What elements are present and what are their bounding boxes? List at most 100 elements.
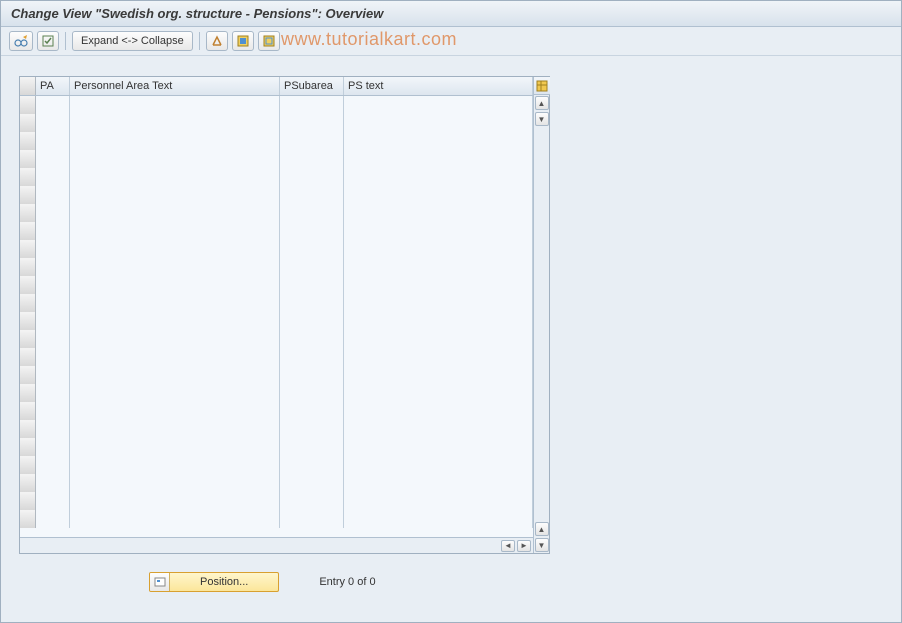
cell-pa-text[interactable] bbox=[70, 474, 280, 492]
cell-pa-text[interactable] bbox=[70, 438, 280, 456]
cell-pa[interactable] bbox=[36, 474, 70, 492]
row-selector[interactable] bbox=[20, 366, 36, 384]
select-all-button[interactable] bbox=[232, 31, 254, 51]
table-row[interactable] bbox=[20, 384, 533, 402]
cell-pa[interactable] bbox=[36, 222, 70, 240]
cell-pa-text[interactable] bbox=[70, 222, 280, 240]
cell-psubarea[interactable] bbox=[280, 150, 344, 168]
table-row[interactable] bbox=[20, 474, 533, 492]
cell-ps-text[interactable] bbox=[344, 420, 533, 438]
cell-pa-text[interactable] bbox=[70, 366, 280, 384]
cell-pa-text[interactable] bbox=[70, 384, 280, 402]
scroll-left-button[interactable]: ◄ bbox=[501, 540, 515, 552]
cell-pa[interactable] bbox=[36, 150, 70, 168]
cell-psubarea[interactable] bbox=[280, 114, 344, 132]
cell-psubarea[interactable] bbox=[280, 312, 344, 330]
row-selector[interactable] bbox=[20, 330, 36, 348]
cell-pa-text[interactable] bbox=[70, 204, 280, 222]
row-selector[interactable] bbox=[20, 474, 36, 492]
column-header-psubarea[interactable]: PSubarea bbox=[280, 77, 344, 95]
cell-pa[interactable] bbox=[36, 276, 70, 294]
cell-pa[interactable] bbox=[36, 492, 70, 510]
table-row[interactable] bbox=[20, 330, 533, 348]
cell-ps-text[interactable] bbox=[344, 510, 533, 528]
row-selector[interactable] bbox=[20, 258, 36, 276]
cell-pa-text[interactable] bbox=[70, 258, 280, 276]
table-row[interactable] bbox=[20, 114, 533, 132]
cell-ps-text[interactable] bbox=[344, 294, 533, 312]
cell-pa[interactable] bbox=[36, 348, 70, 366]
column-header-pa-text[interactable]: Personnel Area Text bbox=[70, 77, 280, 95]
table-row[interactable] bbox=[20, 420, 533, 438]
scroll-down-end-button[interactable]: ▼ bbox=[535, 538, 549, 552]
cell-pa[interactable] bbox=[36, 168, 70, 186]
row-selector[interactable] bbox=[20, 312, 36, 330]
cell-pa[interactable] bbox=[36, 384, 70, 402]
cell-pa-text[interactable] bbox=[70, 276, 280, 294]
cell-ps-text[interactable] bbox=[344, 348, 533, 366]
table-settings-button[interactable] bbox=[534, 77, 550, 95]
column-header-pa[interactable]: PA bbox=[36, 77, 70, 95]
cell-pa-text[interactable] bbox=[70, 456, 280, 474]
cell-ps-text[interactable] bbox=[344, 474, 533, 492]
row-selector[interactable] bbox=[20, 384, 36, 402]
row-selector[interactable] bbox=[20, 402, 36, 420]
cell-ps-text[interactable] bbox=[344, 222, 533, 240]
table-row[interactable] bbox=[20, 258, 533, 276]
row-selector-header[interactable] bbox=[20, 77, 36, 95]
cell-psubarea[interactable] bbox=[280, 330, 344, 348]
row-selector[interactable] bbox=[20, 510, 36, 528]
cell-psubarea[interactable] bbox=[280, 258, 344, 276]
cell-pa-text[interactable] bbox=[70, 96, 280, 114]
table-row[interactable] bbox=[20, 402, 533, 420]
cell-pa-text[interactable] bbox=[70, 348, 280, 366]
cell-pa-text[interactable] bbox=[70, 240, 280, 258]
cell-psubarea[interactable] bbox=[280, 276, 344, 294]
cell-psubarea[interactable] bbox=[280, 384, 344, 402]
table-row[interactable] bbox=[20, 456, 533, 474]
table-row[interactable] bbox=[20, 438, 533, 456]
cell-ps-text[interactable] bbox=[344, 402, 533, 420]
table-row[interactable] bbox=[20, 276, 533, 294]
cell-ps-text[interactable] bbox=[344, 438, 533, 456]
cell-pa[interactable] bbox=[36, 114, 70, 132]
column-header-ps-text[interactable]: PS text bbox=[344, 77, 533, 95]
cell-pa[interactable] bbox=[36, 330, 70, 348]
row-selector[interactable] bbox=[20, 348, 36, 366]
cell-pa-text[interactable] bbox=[70, 312, 280, 330]
row-selector[interactable] bbox=[20, 150, 36, 168]
cell-ps-text[interactable] bbox=[344, 204, 533, 222]
table-row[interactable] bbox=[20, 186, 533, 204]
table-row[interactable] bbox=[20, 150, 533, 168]
cell-psubarea[interactable] bbox=[280, 456, 344, 474]
cell-pa-text[interactable] bbox=[70, 492, 280, 510]
cell-psubarea[interactable] bbox=[280, 168, 344, 186]
cell-psubarea[interactable] bbox=[280, 420, 344, 438]
cell-ps-text[interactable] bbox=[344, 150, 533, 168]
expand-collapse-button[interactable]: Expand <-> Collapse bbox=[72, 31, 193, 51]
cell-pa-text[interactable] bbox=[70, 294, 280, 312]
table-row[interactable] bbox=[20, 510, 533, 528]
cell-pa[interactable] bbox=[36, 510, 70, 528]
table-row[interactable] bbox=[20, 168, 533, 186]
cell-psubarea[interactable] bbox=[280, 366, 344, 384]
row-selector[interactable] bbox=[20, 294, 36, 312]
scroll-down-button[interactable]: ▼ bbox=[535, 112, 549, 126]
table-row[interactable] bbox=[20, 222, 533, 240]
cell-pa-text[interactable] bbox=[70, 510, 280, 528]
table-row[interactable] bbox=[20, 312, 533, 330]
cell-pa-text[interactable] bbox=[70, 402, 280, 420]
cell-ps-text[interactable] bbox=[344, 366, 533, 384]
table-row[interactable] bbox=[20, 240, 533, 258]
row-selector[interactable] bbox=[20, 492, 36, 510]
cell-psubarea[interactable] bbox=[280, 348, 344, 366]
row-selector[interactable] bbox=[20, 420, 36, 438]
cell-pa[interactable] bbox=[36, 132, 70, 150]
row-selector[interactable] bbox=[20, 438, 36, 456]
cell-pa-text[interactable] bbox=[70, 114, 280, 132]
row-selector[interactable] bbox=[20, 240, 36, 258]
row-selector[interactable] bbox=[20, 456, 36, 474]
table-row[interactable] bbox=[20, 492, 533, 510]
scroll-up-end-button[interactable]: ▲ bbox=[535, 522, 549, 536]
cell-ps-text[interactable] bbox=[344, 492, 533, 510]
